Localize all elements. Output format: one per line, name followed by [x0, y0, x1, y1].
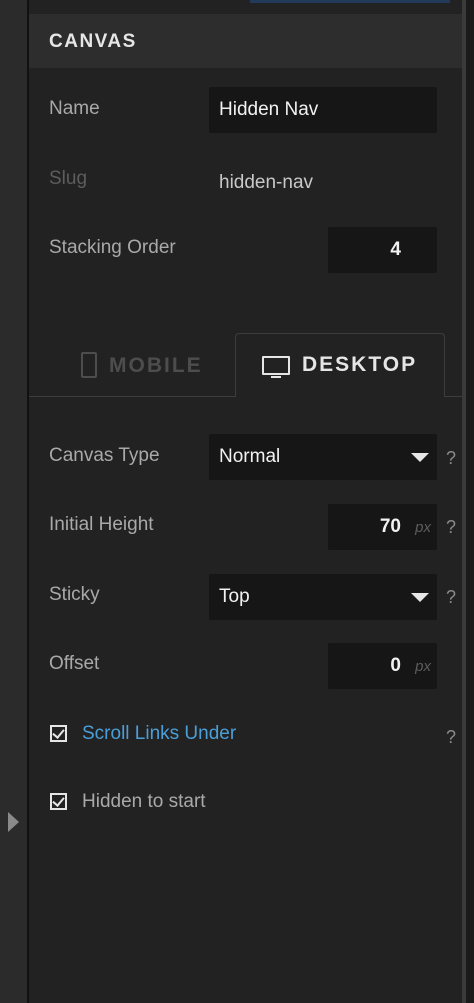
initial-height-value: 70	[379, 516, 401, 537]
panel-header: CANVAS	[29, 14, 462, 68]
tab-mobile[interactable]: MOBILE	[29, 334, 233, 396]
panel-title: CANVAS	[49, 31, 137, 52]
hidden-to-start-checkbox[interactable]	[50, 793, 67, 810]
initial-height-unit: px	[415, 519, 431, 536]
right-scrollbar[interactable]	[462, 0, 474, 1003]
slug-label: Slug	[49, 168, 88, 189]
name-label: Name	[49, 98, 100, 119]
stacking-order-input[interactable]: 4	[328, 227, 437, 273]
stacking-order-value: 4	[390, 239, 401, 260]
name-input-value: Hidden Nav	[219, 99, 319, 120]
canvas-settings-panel	[29, 0, 462, 1003]
canvas-type-value: Normal	[219, 446, 281, 467]
offset-value: 0	[390, 655, 401, 676]
phone-icon	[81, 352, 97, 378]
name-input[interactable]: Hidden Nav	[209, 87, 437, 133]
expand-panel-arrow-icon[interactable]	[8, 812, 19, 832]
canvas-type-select[interactable]: Normal	[209, 434, 437, 480]
sticky-select[interactable]: Top	[209, 574, 437, 620]
slug-value: hidden-nav	[219, 172, 314, 193]
chevron-down-icon	[411, 453, 429, 462]
monitor-icon	[262, 356, 290, 378]
chevron-down-icon	[411, 593, 429, 602]
left-sidebar-strip	[0, 0, 28, 1003]
top-accent-bar	[250, 0, 450, 3]
initial-height-label: Initial Height	[49, 514, 154, 535]
scroll-links-label[interactable]: Scroll Links Under	[82, 723, 236, 745]
scrollbar-track[interactable]	[462, 0, 466, 1003]
sticky-value: Top	[219, 586, 250, 607]
stacking-order-label: Stacking Order	[49, 237, 176, 258]
tab-mobile-label: MOBILE	[109, 354, 203, 377]
offset-unit: px	[415, 658, 431, 675]
initial-height-input[interactable]: 70 px	[328, 504, 437, 550]
hidden-to-start-label: Hidden to start	[82, 791, 206, 812]
offset-label: Offset	[49, 653, 100, 674]
tab-desktop[interactable]: DESKTOP	[235, 333, 445, 397]
tab-desktop-label: DESKTOP	[302, 353, 418, 376]
scroll-links-help-icon[interactable]: ?	[446, 727, 456, 748]
sticky-label: Sticky	[49, 584, 100, 605]
sticky-help-icon[interactable]: ?	[446, 587, 456, 608]
offset-input[interactable]: 0 px	[328, 643, 437, 689]
canvas-type-help-icon[interactable]: ?	[446, 448, 456, 469]
canvas-type-label: Canvas Type	[49, 445, 160, 466]
scroll-links-checkbox[interactable]	[50, 725, 67, 742]
initial-height-help-icon[interactable]: ?	[446, 517, 456, 538]
